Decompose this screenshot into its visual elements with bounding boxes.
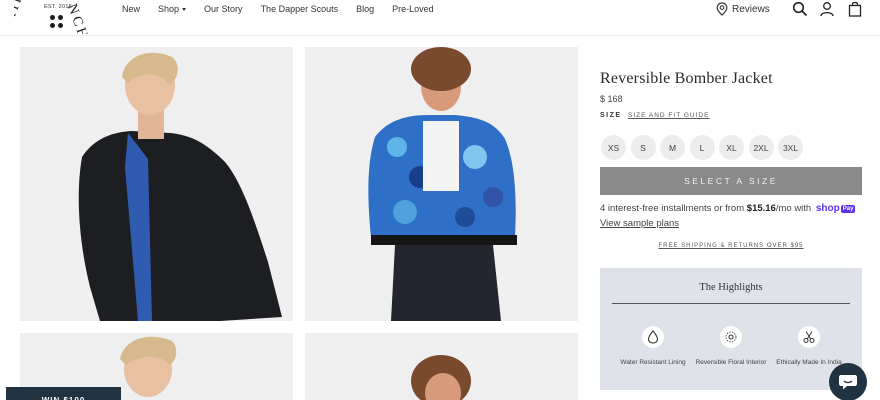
highlight-label: Water Resistant Lining <box>620 359 686 366</box>
product-photo-front-model-2[interactable] <box>305 47 578 321</box>
highlights-panel: The Highlights Water Resistant Lining Re… <box>600 268 862 390</box>
size-option-3xl[interactable]: 3XL <box>778 135 803 160</box>
user-icon[interactable] <box>819 1 835 17</box>
product-title: Reversible Bomber Jacket <box>600 70 773 87</box>
main-nav: New Shop Our Story The Dapper Scouts Blo… <box>122 4 452 14</box>
logo-text-left: KIRR <box>14 0 32 25</box>
search-icon[interactable] <box>792 1 808 17</box>
location-pin-icon <box>716 2 728 16</box>
size-selector: XS S M L XL 2XL 3XL <box>601 135 808 160</box>
brand-logo[interactable]: KIRR NCH EST. 2015 <box>14 0 96 34</box>
size-option-xl[interactable]: XL <box>719 135 744 160</box>
nav-item-shop-label: Shop <box>158 4 180 14</box>
size-guide-link[interactable]: SIZE AND FIT GUIDE <box>628 112 709 119</box>
chat-button[interactable] <box>829 363 867 400</box>
model-photo-image <box>305 333 578 400</box>
highlights-divider <box>612 303 850 304</box>
select-size-button[interactable]: SELECT A SIZE <box>600 167 862 195</box>
size-option-l[interactable]: L <box>689 135 715 160</box>
highlight-reversible-floral: Reversible Floral Interior <box>689 326 773 367</box>
installments-amount: $15.16 <box>746 203 776 214</box>
installments-text: 4 interest-free installments or from $15… <box>600 203 856 214</box>
installments-pre: 4 interest-free installments or from <box>600 203 747 214</box>
nav-item-pre-loved[interactable]: Pre-Loved <box>392 4 434 14</box>
free-shipping-link[interactable]: FREE SHIPPING & RETURNS OVER $95 <box>600 243 862 249</box>
installments-post: /mo with <box>775 203 814 214</box>
size-label: SIZE <box>600 112 622 119</box>
chat-icon <box>839 375 857 390</box>
reviews-link[interactable]: Reviews <box>716 2 770 16</box>
size-option-s[interactable]: S <box>630 135 656 160</box>
reviews-label: Reviews <box>732 3 770 15</box>
shoppay-logo: shop <box>815 203 840 214</box>
size-option-xs[interactable]: XS <box>601 135 626 160</box>
logo-est: EST. 2015 <box>44 4 73 10</box>
scissors-icon <box>798 326 820 348</box>
size-option-2xl[interactable]: 2XL <box>748 135 774 160</box>
view-sample-plans-link[interactable]: View sample plans <box>600 218 679 229</box>
product-price: $ 168 <box>600 94 623 104</box>
nav-item-our-story[interactable]: Our Story <box>204 4 243 14</box>
flower-icon <box>720 326 742 348</box>
model-photo-image <box>20 47 293 321</box>
chevron-down-icon <box>182 8 187 12</box>
highlight-water-resistant: Water Resistant Lining <box>611 326 695 367</box>
shoppay-badge: Pay <box>840 205 856 213</box>
highlight-ethically-made: Ethically Made In India <box>767 326 851 367</box>
nav-item-blog[interactable]: Blog <box>356 4 374 14</box>
nav-item-shop[interactable]: Shop <box>158 4 187 14</box>
shopping-bag-icon[interactable] <box>847 1 863 17</box>
nav-item-new[interactable]: New <box>122 4 140 14</box>
site-header: KIRR NCH EST. 2015 New Shop Our Story Th… <box>0 0 880 36</box>
water-drop-icon <box>642 326 664 348</box>
size-option-m[interactable]: M <box>660 135 685 160</box>
promo-tab[interactable]: WIN $100 <box>6 387 121 400</box>
nav-item-dapper-scouts[interactable]: The Dapper Scouts <box>261 4 339 14</box>
model-photo-image <box>305 47 578 321</box>
product-photo-back-model-2[interactable] <box>305 333 578 400</box>
logo-dots-icon <box>50 15 64 29</box>
highlight-label: Reversible Floral Interior <box>695 359 767 366</box>
product-photo-front-model-1[interactable] <box>20 47 293 321</box>
highlights-title: The Highlights <box>699 282 763 293</box>
